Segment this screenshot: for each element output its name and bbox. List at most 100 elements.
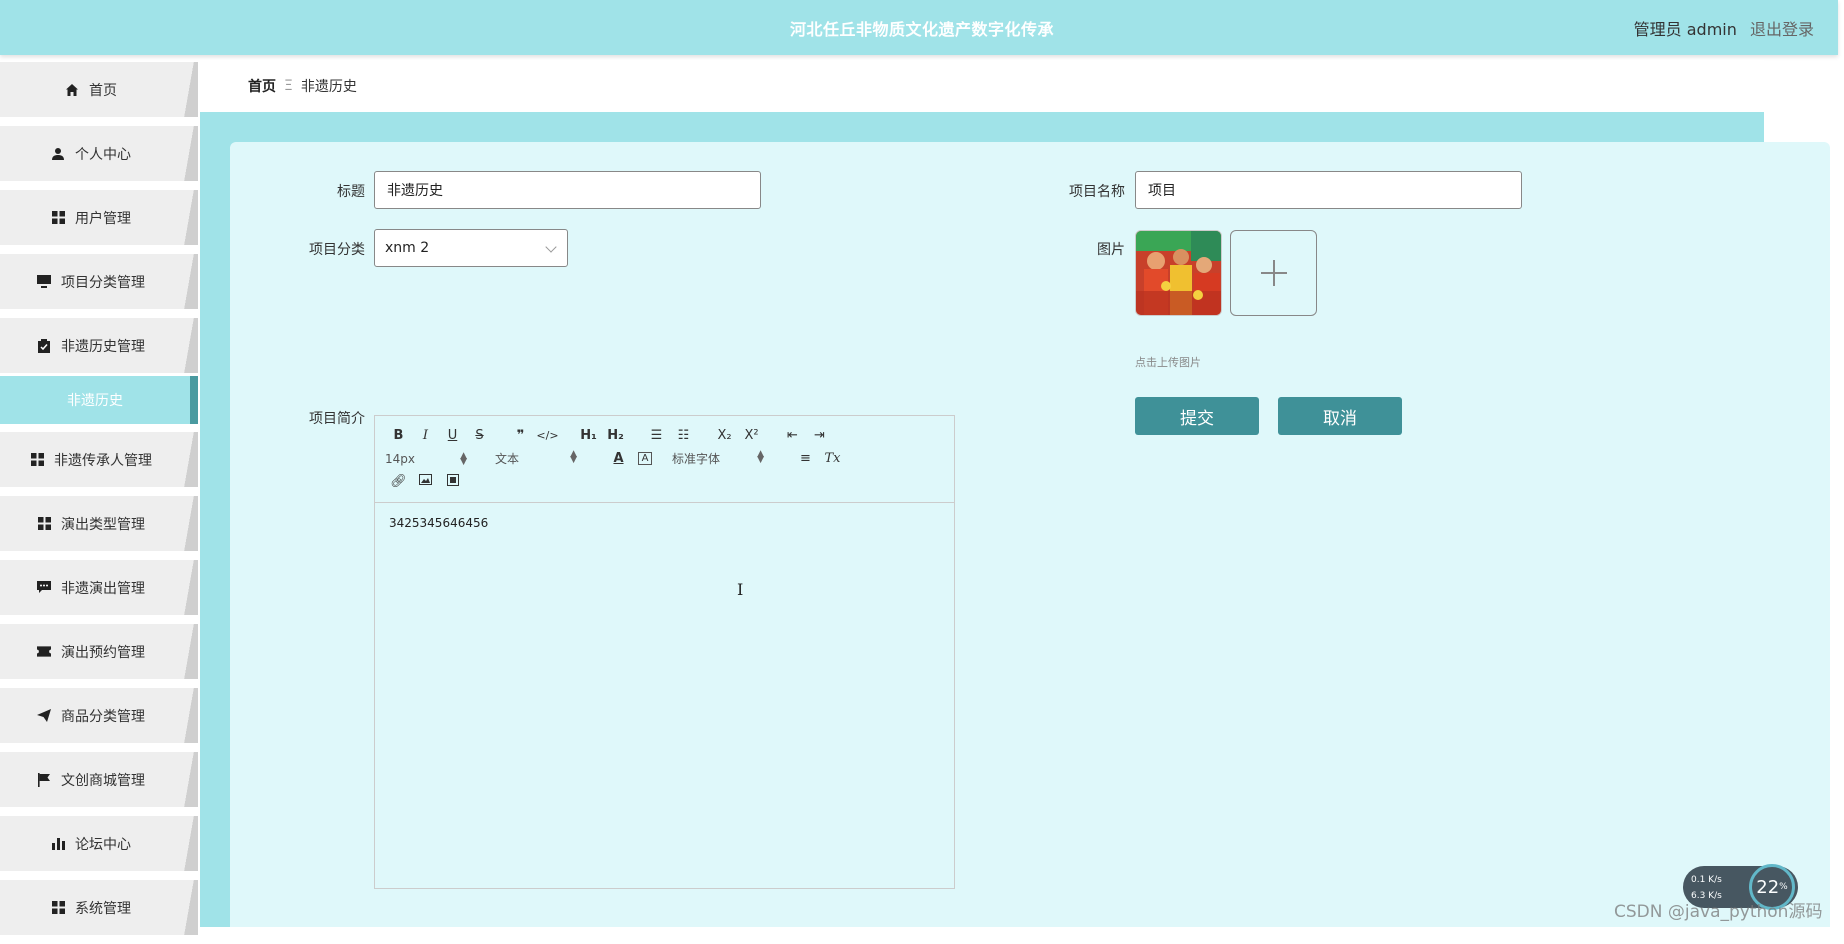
subscript-icon[interactable]: X₂ [711,428,738,443]
sidebar-item-label: 文创商城管理 [61,772,145,789]
send-icon [37,709,51,723]
chat-icon [37,581,51,595]
font-family-select[interactable]: 标准字体 ▲ ▼ [672,450,764,467]
clipboard-icon [37,338,51,353]
updown-icon: ▲ ▼ [757,449,764,465]
editor-content[interactable]: 3425345646456 [389,516,488,530]
font-family-value: 标准字体 [672,452,721,466]
upload-speed: 0.1 K/s [1691,875,1722,885]
title-input[interactable]: 非遗历史 [374,171,761,209]
sidebar-item-label: 论坛中心 [75,836,131,853]
sidebar-item-label: 系统管理 [75,900,131,917]
logout-link[interactable]: 退出登录 [1750,20,1814,39]
breadcrumb-separator: Ξ [284,78,293,94]
align-left-icon[interactable]: ≡ [792,451,819,466]
italic-icon[interactable]: I [412,428,439,443]
sidebar-item-inheritor-management[interactable]: 非遗传承人管理 [0,432,200,487]
watermark: CSDN @java_python源码 [1614,902,1823,922]
cancel-button[interactable]: 取消 [1278,397,1402,435]
upload-hint: 点击上传图片 [1135,356,1201,369]
intro-label: 项目简介 [309,411,365,427]
sidebar-item-history-management[interactable]: 非遗历史管理 [0,318,200,373]
sidebar-item-user-management[interactable]: 用户管理 [0,190,200,245]
sidebar-item-label: 非遗传承人管理 [54,452,152,469]
bullet-list-icon[interactable]: ☷ [670,428,697,443]
background-color-icon[interactable]: A [638,452,652,465]
image-label: 图片 [1097,242,1125,258]
superscript-icon[interactable]: X² [738,428,765,443]
text-cursor-icon: I [737,580,744,599]
sidebar: 首页 个人中心 用户管理 项目分类管理 非遗历史管理 非遗历史 非遗传承人管理 … [0,62,200,944]
title-label: 标题 [337,184,365,200]
category-label: 项目分类 [309,242,365,258]
grid-icon [51,211,65,225]
sidebar-item-label: 演出类型管理 [61,516,145,533]
updown-icon: ▲ ▼ [570,449,577,465]
breadcrumb: 首页 Ξ 非遗历史 [200,60,1764,112]
sidebar-item-label: 非遗历史 [67,393,123,409]
updown-icon: ▲ ▼ [460,450,467,467]
outdent-icon[interactable]: ⇤ [779,428,806,443]
grid-icon [30,453,44,467]
sidebar-item-history[interactable]: 非遗历史 [0,376,200,424]
sidebar-item-category-management[interactable]: 项目分类管理 [0,254,200,309]
underline-icon[interactable]: U [439,428,466,443]
grid-icon [51,901,65,915]
cpu-percent-value: 22 [1756,876,1780,898]
block-type-value: 文本 [495,452,520,466]
indent-icon[interactable]: ⇥ [806,428,833,443]
heading2-icon[interactable]: H₂ [602,428,629,443]
sidebar-item-home[interactable]: 首页 [0,62,200,117]
top-header: 河北任丘非物质文化遗产数字化传承 管理员 admin 退出登录 [0,0,1838,55]
font-size-value: 14px [385,451,415,466]
strikethrough-icon[interactable]: S [466,428,493,443]
upload-image-button[interactable] [1230,230,1317,316]
sidebar-item-label: 首页 [89,82,117,99]
heading1-icon[interactable]: H₁ [575,428,602,443]
breadcrumb-current: 非遗历史 [300,79,357,95]
sidebar-item-label: 非遗历史管理 [61,338,145,355]
bold-icon[interactable]: B [385,428,412,443]
ordered-list-icon[interactable]: ☰ [643,428,670,443]
category-select[interactable]: xnm 2 [374,229,568,267]
category-select-value: xnm 2 [385,240,430,256]
project-name-input[interactable]: 项目 [1135,171,1522,209]
bar-chart-icon [51,837,65,851]
sidebar-item-forum[interactable]: 论坛中心 [0,816,200,871]
sidebar-item-booking-management[interactable]: 演出预约管理 [0,624,200,679]
clear-format-icon[interactable]: Tx [819,451,846,466]
sidebar-item-performance-management[interactable]: 非遗演出管理 [0,560,200,615]
user-icon [51,147,65,161]
font-size-select[interactable]: 14px ▲ ▼ [385,450,467,467]
link-icon[interactable]: 🔗︎ [385,474,412,489]
admin-user-label: 管理员 admin [1633,20,1737,39]
uploaded-image-thumbnail[interactable] [1135,230,1222,316]
site-title: 河北任丘非物质文化遗产数字化传承 [789,20,1054,39]
rich-text-editor: B I U S ❞ </> H₁ H₂ ☰ ☷ X₂ X² ⇤ ⇥ 14px ▲… [374,415,955,889]
chevron-down-icon [545,241,557,253]
block-type-select[interactable]: 文本 ▲ ▼ [495,450,577,467]
monitor-icon [37,275,51,289]
blockquote-icon[interactable]: ❞ [507,428,534,443]
sidebar-item-label: 个人中心 [75,146,131,163]
editor-toolbar: B I U S ❞ </> H₁ H₂ ☰ ☷ X₂ X² ⇤ ⇥ 14px ▲… [375,416,954,503]
font-color-icon[interactable]: A [605,451,632,466]
sidebar-item-label: 用户管理 [75,210,131,227]
image-icon[interactable] [412,474,439,489]
sidebar-item-label: 非遗演出管理 [61,580,145,597]
project-name-label: 项目名称 [1069,184,1125,200]
sidebar-item-label: 项目分类管理 [61,274,145,291]
sidebar-item-shop-management[interactable]: 文创商城管理 [0,752,200,807]
sidebar-item-goods-category[interactable]: 商品分类管理 [0,688,200,743]
code-block-icon[interactable]: </> [534,429,561,442]
ticket-icon [37,645,51,659]
submit-button[interactable]: 提交 [1135,397,1259,435]
sidebar-item-performance-type[interactable]: 演出类型管理 [0,496,200,551]
breadcrumb-home[interactable]: 首页 [248,76,276,96]
video-icon[interactable] [439,473,466,490]
flag-icon [37,772,51,787]
grid-icon [37,517,51,531]
home-icon [65,83,79,97]
sidebar-item-personal-center[interactable]: 个人中心 [0,126,200,181]
header-user-area: 管理员 admin 退出登录 [1634,16,1814,40]
